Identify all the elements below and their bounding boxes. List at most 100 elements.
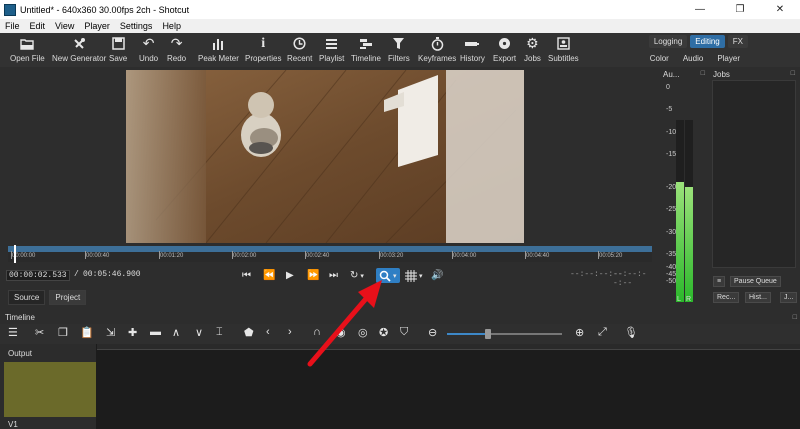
jobs-close-button[interactable]: □ xyxy=(791,70,795,77)
timeline-button[interactable]: Timeline xyxy=(351,34,381,63)
playlist-label: Playlist xyxy=(319,54,345,63)
ruler-tick-label: 00:04:00 xyxy=(451,251,477,259)
menu-settings[interactable]: Settings xyxy=(115,21,158,31)
new-generator-button[interactable]: New Generator xyxy=(52,34,106,63)
cut-icon[interactable]: ✂ xyxy=(35,326,44,339)
db-scale-label: -35 xyxy=(666,251,677,258)
position-timecode[interactable]: 00:00:02.533 xyxy=(6,270,70,281)
close-button[interactable]: ✕ xyxy=(760,0,800,19)
ruler-tick-label: 00:01:20 xyxy=(158,251,184,259)
meter-right-label: R xyxy=(686,296,692,303)
playlist-button[interactable]: Playlist xyxy=(319,34,344,63)
track-headers: Output V1 xyxy=(0,344,96,429)
layout-color[interactable]: Color xyxy=(650,54,669,63)
next-marker-icon[interactable]: › xyxy=(288,326,292,338)
menu-help[interactable]: Help xyxy=(157,21,186,31)
save-label: Save xyxy=(109,54,128,63)
tab-jobs[interactable]: J... xyxy=(780,292,798,303)
menu-file[interactable]: File xyxy=(0,21,25,31)
previous-marker-icon[interactable]: ‹ xyxy=(266,326,270,338)
out-point-timecode: --:--:--:-- xyxy=(613,270,647,288)
grid-icon xyxy=(405,269,417,282)
player-playhead[interactable] xyxy=(14,245,16,263)
shotcut-app-icon xyxy=(4,3,16,16)
subtitles-icon xyxy=(557,34,570,53)
add-icon[interactable]: ✚ xyxy=(128,326,137,339)
timeline-menu-icon[interactable]: ☰ xyxy=(8,326,18,339)
grid-button[interactable]: ▾ xyxy=(405,268,423,283)
timeline-ruler[interactable] xyxy=(97,344,800,350)
tab-source[interactable]: Source xyxy=(8,290,46,305)
filters-button[interactable]: Filters xyxy=(388,34,410,63)
db-scale-label: -20 xyxy=(666,184,677,191)
track-header-v1[interactable] xyxy=(4,362,96,417)
zoom-out-icon[interactable]: ⊖ xyxy=(428,326,437,339)
volume-button[interactable]: 🔊 xyxy=(431,268,443,283)
audio-meter-close-button[interactable]: □ xyxy=(701,70,705,77)
info-icon: i xyxy=(261,35,266,51)
main-toolbar: Open File New Generator Save ↶ Undo ↷ Re… xyxy=(0,33,800,67)
player-ruler[interactable]: 00:00:00 00:00:40 00:01:20 00:02:00 00:0… xyxy=(8,246,652,262)
db-scale-label: -45 xyxy=(666,271,677,278)
db-scale-label: -50 xyxy=(666,278,677,285)
layout-audio[interactable]: Audio xyxy=(683,54,703,63)
timeline-title: Timeline xyxy=(5,313,35,322)
skip-previous-button[interactable]: ⏮ xyxy=(242,268,251,283)
properties-button[interactable]: i Properties xyxy=(245,34,281,64)
new-generator-label: New Generator xyxy=(52,54,107,63)
undo-button[interactable]: ↶ Undo xyxy=(139,34,158,63)
tab-recent[interactable]: Rec... xyxy=(713,292,740,303)
open-file-button[interactable]: Open File xyxy=(10,34,45,63)
peak-meter-button[interactable]: Peak Meter xyxy=(198,34,239,63)
tab-history[interactable]: Hist... xyxy=(745,292,771,303)
zoom-slider-handle[interactable] xyxy=(485,329,492,339)
append-icon[interactable]: ⇲ xyxy=(106,326,115,339)
pause-queue-button[interactable]: Pause Queue xyxy=(730,276,781,287)
lift-icon[interactable]: ∧ xyxy=(172,326,180,339)
history-button[interactable]: History xyxy=(460,34,485,63)
redo-button[interactable]: ↷ Redo xyxy=(167,34,186,63)
history-icon xyxy=(464,34,480,53)
overwrite-icon[interactable]: ∨ xyxy=(195,326,203,339)
meter-fill-right xyxy=(685,187,693,302)
save-button[interactable]: Save xyxy=(109,34,127,63)
jobs-button[interactable]: ⚙ Jobs xyxy=(524,34,541,63)
clock-icon xyxy=(293,34,306,53)
menu-edit[interactable]: Edit xyxy=(25,21,51,31)
undo-icon: ↶ xyxy=(142,35,155,51)
layout-logging[interactable]: Logging xyxy=(648,35,688,48)
gear-icon: ⚙ xyxy=(526,35,539,51)
zoom-fit-icon[interactable]: ⤢ xyxy=(598,326,607,339)
jobs-menu-button[interactable]: ≡ xyxy=(713,276,726,287)
play-button[interactable]: ▶ xyxy=(286,268,294,283)
tab-project[interactable]: Project xyxy=(49,290,87,305)
paste-icon[interactable]: 📋 xyxy=(80,326,94,339)
marker-icon[interactable]: ⬟ xyxy=(244,326,254,339)
subtitles-button[interactable]: Subtitles xyxy=(548,34,579,63)
window-title: Untitled* - 640x360 30.00fps 2ch - Shotc… xyxy=(20,4,190,15)
video-preview xyxy=(126,70,524,243)
maximize-button[interactable]: ❐ xyxy=(720,0,760,19)
microphone-icon[interactable]: 🎙 xyxy=(624,326,638,339)
timeline-zoom-slider[interactable] xyxy=(447,329,562,339)
copy-icon[interactable]: ❐ xyxy=(58,326,68,339)
export-button[interactable]: Export xyxy=(493,34,516,63)
recent-button[interactable]: Recent xyxy=(287,34,312,63)
new-generator-icon xyxy=(72,34,86,53)
jobs-list xyxy=(712,80,796,268)
minimize-button[interactable]: — xyxy=(680,0,720,19)
zoom-in-icon[interactable]: ⊕ xyxy=(575,326,584,339)
jobs-title: Jobs xyxy=(713,70,730,79)
menu-player[interactable]: Player xyxy=(79,21,115,31)
layout-fx[interactable]: FX xyxy=(727,35,748,48)
player-source-tabs: Source Project xyxy=(8,290,87,305)
split-icon[interactable]: ⌶ xyxy=(216,326,223,339)
timeline-close-button[interactable]: □ xyxy=(793,314,797,321)
layout-player[interactable]: Player xyxy=(717,54,740,63)
layout-editing[interactable]: Editing xyxy=(690,35,725,48)
rewind-button[interactable]: ⏪ xyxy=(263,268,275,283)
ripple-markers-icon[interactable]: ⛉ xyxy=(400,326,408,339)
remove-icon[interactable]: ▬ xyxy=(150,326,161,338)
menu-view[interactable]: View xyxy=(50,21,79,31)
keyframes-button[interactable]: Keyframes xyxy=(418,34,456,63)
